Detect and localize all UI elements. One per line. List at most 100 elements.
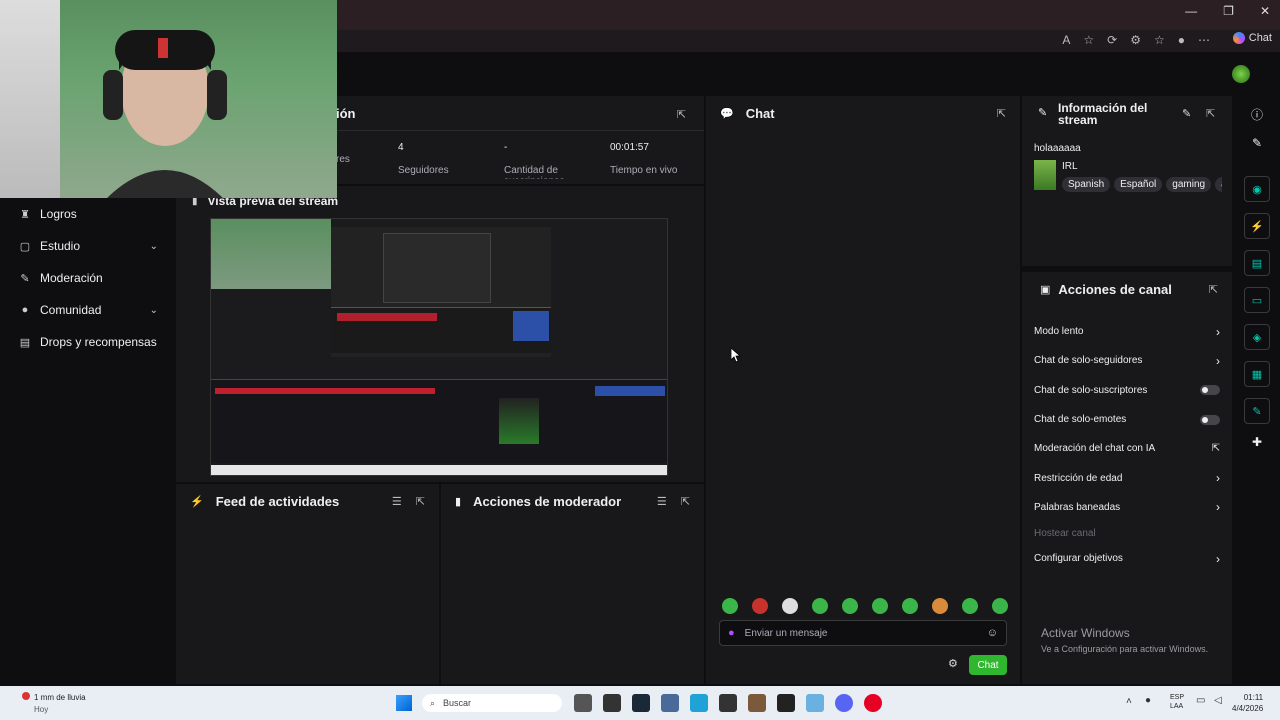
settings-icon[interactable] [661,694,679,712]
action-label: Palabras baneadas [1034,501,1121,513]
stat-followers: 4 Seguidores [398,142,449,176]
popout-icon[interactable]: ⇱ [997,107,1006,120]
popout-icon[interactable]: ⇱ [681,495,690,508]
filter-icon[interactable]: ☰ [657,495,667,508]
emote-icon[interactable] [872,598,888,614]
emoji-icon[interactable]: ☺ [987,627,998,639]
minimize-button[interactable]: — [1185,4,1197,18]
stream-preview-panel: ▮ Vista previa del stream [176,186,704,482]
tag-chip[interactable]: a [1215,177,1222,192]
emote-icon[interactable] [962,598,978,614]
action-label: Chat de solo-seguidores [1034,355,1143,367]
windows-start-icon[interactable] [396,695,412,711]
app-icon[interactable] [719,694,737,712]
popout-icon[interactable]: ⇱ [1209,283,1218,296]
emote-icon[interactable] [902,598,918,614]
action-banned-words[interactable]: Palabras baneadas › [1022,493,1232,522]
chat-send-button[interactable]: Chat [969,655,1007,675]
favorites-icon[interactable]: ☆ [1154,33,1165,47]
network-icon[interactable]: ▭ [1196,695,1205,706]
panel-title: Feed de actividades [215,493,340,509]
clock[interactable]: 01:11 4/4/2026 [1232,692,1263,714]
copilot-label: Chat [1248,32,1272,44]
obs-icon[interactable] [603,694,621,712]
emote-icon[interactable] [812,598,828,614]
category-name: IRL [1062,161,1078,172]
discord-icon[interactable] [835,694,853,712]
info-icon[interactable]: ⓘ [1234,96,1280,136]
shield-icon: ▮ [455,495,462,508]
sidebar-item-drops[interactable]: ▤ Drops y recompensas [0,326,176,358]
right-rail: ⓘ ✎ ◉ ⚡ ▤ ▭ ◈ ▦ ✎ ✚ [1234,96,1280,686]
sidebar-item-logros[interactable]: ♜ Logros [0,198,176,230]
edit-icon[interactable]: ✎ [1182,107,1191,120]
mic-icon[interactable]: ● [728,627,735,639]
tag-chip[interactable]: Español [1114,177,1163,192]
rail-quick-action[interactable]: ▤ [1244,250,1270,276]
more-icon[interactable]: ⋯ [1198,33,1210,47]
edge-icon[interactable] [690,694,708,712]
edit-icon[interactable]: ✎ [1234,136,1280,176]
emote-icon[interactable] [842,598,858,614]
mic-tray-icon[interactable]: ● [1145,695,1151,706]
epic-icon[interactable] [777,694,795,712]
emote-icon[interactable] [722,598,738,614]
filter-icon[interactable]: ☰ [392,495,402,508]
sidebar-item-comunidad[interactable]: ● Comunidad ⌄ [0,294,176,326]
emote-icon[interactable] [782,598,798,614]
list-icon: ▤ [1251,257,1263,270]
action-followers-only[interactable]: Chat de solo-seguidores › [1022,346,1232,375]
rail-quick-action[interactable]: ▦ [1244,361,1270,387]
rail-quick-action[interactable]: ✎ [1244,398,1270,424]
vpn-icon[interactable] [806,694,824,712]
emote-icon[interactable] [932,598,948,614]
sidebar: ♜ Logros ▢ Estudio ⌄ ✎ Moderación ● Comu… [0,198,176,686]
action-label: Modo lento [1034,326,1084,338]
emote-icon[interactable] [992,598,1008,614]
volume-icon[interactable]: ◁ [1214,695,1222,706]
gear-icon[interactable]: ⚙ [948,657,958,670]
action-ai-moderation[interactable]: Moderación del chat con IA ⇱ [1022,434,1232,463]
favorite-icon[interactable]: ☆ [1083,33,1094,47]
panel-title: Información del stream [1058,101,1148,127]
rail-quick-action[interactable]: ◉ [1244,176,1270,202]
camera-icon: ◉ [1252,183,1262,196]
tag-chip[interactable]: gaming [1166,177,1212,192]
popout-icon[interactable]: ⇱ [416,495,425,508]
avatar[interactable] [1232,65,1250,83]
action-slow-mode[interactable]: Modo lento › [1022,317,1232,346]
chat-message-input[interactable]: ● Enviar un mensaje ☺ [719,620,1007,646]
refresh-icon[interactable]: ⟳ [1107,33,1117,47]
task-view-icon[interactable] [574,694,592,712]
sidebar-item-moderacion[interactable]: ✎ Moderación [0,262,176,294]
action-age-restriction[interactable]: Restricción de edad › [1022,463,1232,492]
emote-icon[interactable] [752,598,768,614]
popout-icon[interactable]: ⇱ [677,108,686,121]
tray-chevron-icon[interactable]: ˄ [1126,696,1132,707]
copilot-button[interactable]: Chat [1232,32,1272,44]
profile-icon[interactable]: ● [1178,33,1185,47]
minecraft-icon[interactable] [748,694,766,712]
rail-quick-action[interactable]: ▭ [1244,287,1270,313]
preview-nested [331,227,551,357]
pinterest-icon[interactable] [864,694,882,712]
add-action-icon[interactable]: ✚ [1234,435,1280,449]
close-button[interactable]: ✕ [1260,4,1270,18]
language-indicator[interactable]: ESP LAA [1170,693,1184,711]
extensions-icon[interactable]: ⚙ [1130,33,1141,47]
subscribers-only-toggle[interactable] [1200,385,1220,396]
emotes-only-toggle[interactable] [1200,414,1220,425]
steam-icon[interactable] [632,694,650,712]
rail-quick-action[interactable]: ⚡ [1244,213,1270,239]
stat-subscriptions: - Cantidad de suscripciones [504,142,584,179]
action-set-goals[interactable]: Configurar objetivos › [1022,544,1232,573]
taskbar-search[interactable]: ⌕ Buscar [422,694,562,712]
stream-preview-video[interactable] [210,218,668,476]
tag-chip[interactable]: Spanish [1062,177,1111,192]
sidebar-item-estudio[interactable]: ▢ Estudio ⌄ [0,230,176,262]
weather-text[interactable]: 1 mm de lluvia [34,693,86,702]
read-aloud-icon[interactable]: A [1062,33,1070,47]
rail-quick-action[interactable]: ◈ [1244,324,1270,350]
maximize-button[interactable]: ❐ [1223,4,1234,18]
popout-icon[interactable]: ⇱ [1206,107,1215,120]
